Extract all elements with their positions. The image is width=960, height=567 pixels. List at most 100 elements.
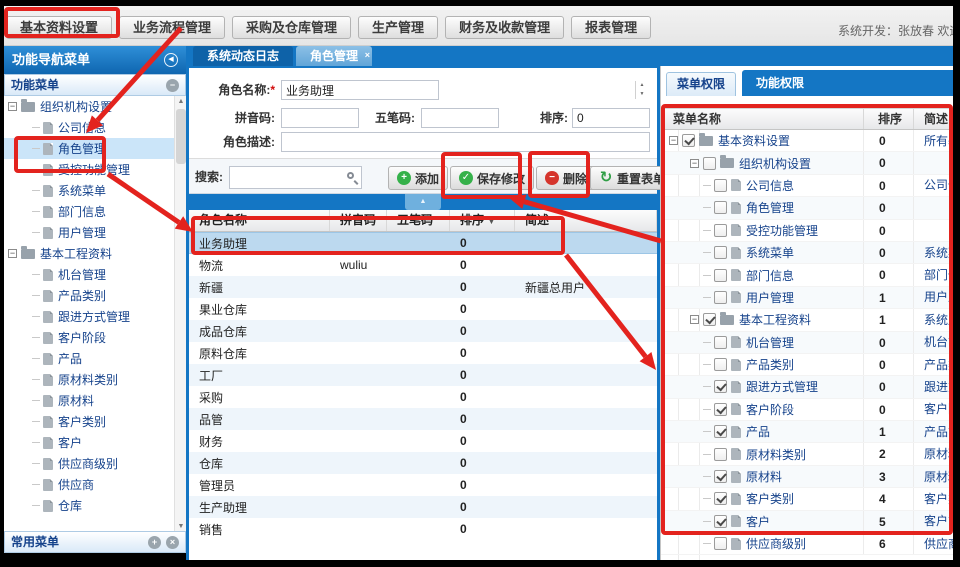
remove-favorite-icon[interactable]: ×: [166, 536, 179, 549]
table-row[interactable]: 仓库0: [189, 452, 657, 474]
top-menu-item[interactable]: 财务及收款管理: [445, 16, 564, 39]
sidebar-tree-item[interactable]: −组织机构设置: [4, 96, 174, 117]
close-tab-icon[interactable]: ×: [365, 45, 370, 65]
perm-tree-row[interactable]: 角色管理0: [661, 197, 953, 219]
table-row[interactable]: 成品仓库0: [189, 320, 657, 342]
expand-icon[interactable]: −: [669, 136, 678, 145]
tab-function-permissions[interactable]: 功能权限: [742, 70, 953, 96]
perm-tree-row[interactable]: −基本工程资料1系统用: [661, 309, 953, 331]
perm-tree-row[interactable]: 产品类别0产品类: [661, 354, 953, 376]
table-row[interactable]: 业务助理0: [189, 232, 657, 254]
perm-tree-row[interactable]: 客户阶段0客户阶: [661, 399, 953, 421]
add-favorite-icon[interactable]: +: [148, 536, 161, 549]
pinyin-input[interactable]: [281, 108, 359, 128]
permission-checkbox[interactable]: [714, 470, 727, 483]
top-menu-item[interactable]: 基本资料设置: [6, 16, 112, 39]
sidebar-tree-item[interactable]: 供应商: [4, 474, 174, 495]
perm-column-header[interactable]: 排序: [864, 109, 914, 129]
sidebar-tree-item[interactable]: 系统菜单: [4, 180, 174, 201]
table-row[interactable]: 新疆0新疆总用户: [189, 276, 657, 298]
perm-tree-row[interactable]: 客户5客户管: [661, 511, 953, 533]
permission-checkbox[interactable]: [714, 448, 727, 461]
table-row[interactable]: 生产助理0: [189, 496, 657, 518]
perm-tree-row[interactable]: 受控功能管理0: [661, 220, 953, 242]
permission-checkbox[interactable]: [714, 537, 727, 550]
scrollbar-thumb[interactable]: [176, 109, 186, 164]
perm-tree-row[interactable]: 原材料类别2原材料: [661, 443, 953, 465]
grid-column-header[interactable]: 五笔码: [387, 210, 450, 231]
perm-tree-row[interactable]: 用户管理1用户及: [661, 287, 953, 309]
perm-tree-row[interactable]: 产品1产品管: [661, 421, 953, 443]
perm-tree-row[interactable]: −组织机构设置0: [661, 152, 953, 174]
main-tab[interactable]: 角色管理×: [296, 46, 372, 66]
permission-checkbox[interactable]: [714, 492, 727, 505]
sidebar-tree-item[interactable]: −基本工程资料: [4, 243, 174, 264]
main-tab[interactable]: 系统动态日志: [193, 46, 293, 66]
grid-column-header[interactable]: 排序▼: [450, 210, 515, 231]
sidebar-tree-item[interactable]: 用户管理: [4, 222, 174, 243]
sidebar-accordion-header[interactable]: 功能菜单 −: [4, 74, 186, 96]
search-input[interactable]: [229, 166, 362, 189]
sidebar-tree-item[interactable]: 客户: [4, 432, 174, 453]
sidebar-tree-item[interactable]: 客户类别: [4, 411, 174, 432]
add-button[interactable]: +添加: [388, 166, 448, 190]
table-row[interactable]: 财务0: [189, 430, 657, 452]
perm-tree-row[interactable]: 机台管理0机台管: [661, 332, 953, 354]
top-menu-item[interactable]: 生产管理: [358, 16, 438, 39]
table-row[interactable]: 果业仓库0: [189, 298, 657, 320]
perm-tree-row[interactable]: 供应商级别6供应商: [661, 533, 953, 555]
permission-checkbox[interactable]: [714, 358, 727, 371]
expand-icon[interactable]: −: [8, 102, 17, 111]
expand-icon[interactable]: −: [690, 159, 699, 168]
role-desc-input[interactable]: [281, 132, 650, 152]
permission-checkbox[interactable]: [714, 269, 727, 282]
permission-checkbox[interactable]: [714, 425, 727, 438]
grid-column-header[interactable]: 角色名称: [189, 210, 330, 231]
top-menu-item[interactable]: 报表管理: [571, 16, 651, 39]
perm-tree-row[interactable]: 公司信息0公司信: [661, 175, 953, 197]
expand-icon[interactable]: −: [690, 315, 699, 324]
grid-column-header[interactable]: 拼音码: [330, 210, 387, 231]
permission-checkbox[interactable]: [714, 291, 727, 304]
grid-column-header[interactable]: 简述: [515, 210, 657, 231]
perm-tree-row[interactable]: 原材料3原材料: [661, 466, 953, 488]
save-button[interactable]: ✓保存修改: [450, 166, 534, 190]
perm-tree-row[interactable]: 跟进方式管理0跟进方: [661, 376, 953, 398]
search-icon[interactable]: [347, 172, 354, 179]
sidebar-tree-item[interactable]: 跟进方式管理: [4, 306, 174, 327]
table-row[interactable]: 品管0: [189, 408, 657, 430]
permission-checkbox[interactable]: [714, 336, 727, 349]
permission-checkbox[interactable]: [682, 134, 695, 147]
permission-checkbox[interactable]: [714, 403, 727, 416]
permission-checkbox[interactable]: [714, 224, 727, 237]
permission-checkbox[interactable]: [714, 201, 727, 214]
perm-column-header[interactable]: 菜单名称: [661, 109, 864, 129]
sort-spinner[interactable]: ▲▼: [635, 81, 648, 99]
sidebar-tree-item[interactable]: 公司信息: [4, 117, 174, 138]
table-row[interactable]: 销售0: [189, 518, 657, 540]
wubi-input[interactable]: [421, 108, 499, 128]
permission-checkbox[interactable]: [714, 179, 727, 192]
top-menu-item[interactable]: 采购及仓库管理: [232, 16, 351, 39]
tab-menu-permissions[interactable]: 菜单权限: [666, 72, 736, 96]
permission-checkbox[interactable]: [703, 313, 716, 326]
sort-input[interactable]: [572, 108, 650, 128]
sidebar-tree-item[interactable]: 客户阶段: [4, 327, 174, 348]
collapse-form-handle[interactable]: ▲: [405, 194, 441, 210]
sidebar-tree-item[interactable]: 原材料: [4, 390, 174, 411]
perm-tree-row[interactable]: 部门信息0部门信: [661, 264, 953, 286]
sidebar-tree-item[interactable]: 部门信息: [4, 201, 174, 222]
delete-button[interactable]: −删除: [536, 166, 596, 190]
perm-tree-row[interactable]: −基本资料设置0所有基: [661, 130, 953, 152]
permission-checkbox[interactable]: [714, 246, 727, 259]
sidebar-tree-item[interactable]: 角色管理: [4, 138, 174, 159]
table-row[interactable]: 采购0: [189, 386, 657, 408]
sidebar-scrollbar[interactable]: ▲ ▼: [174, 96, 186, 533]
table-row[interactable]: 工厂0: [189, 364, 657, 386]
permission-checkbox[interactable]: [714, 380, 727, 393]
table-row[interactable]: 原料仓库0: [189, 342, 657, 364]
perm-tree-row[interactable]: 系统菜单0系统菜: [661, 242, 953, 264]
permission-checkbox[interactable]: [703, 157, 716, 170]
role-name-input[interactable]: [281, 80, 439, 100]
sidebar-tree-item[interactable]: 原材料类别: [4, 369, 174, 390]
